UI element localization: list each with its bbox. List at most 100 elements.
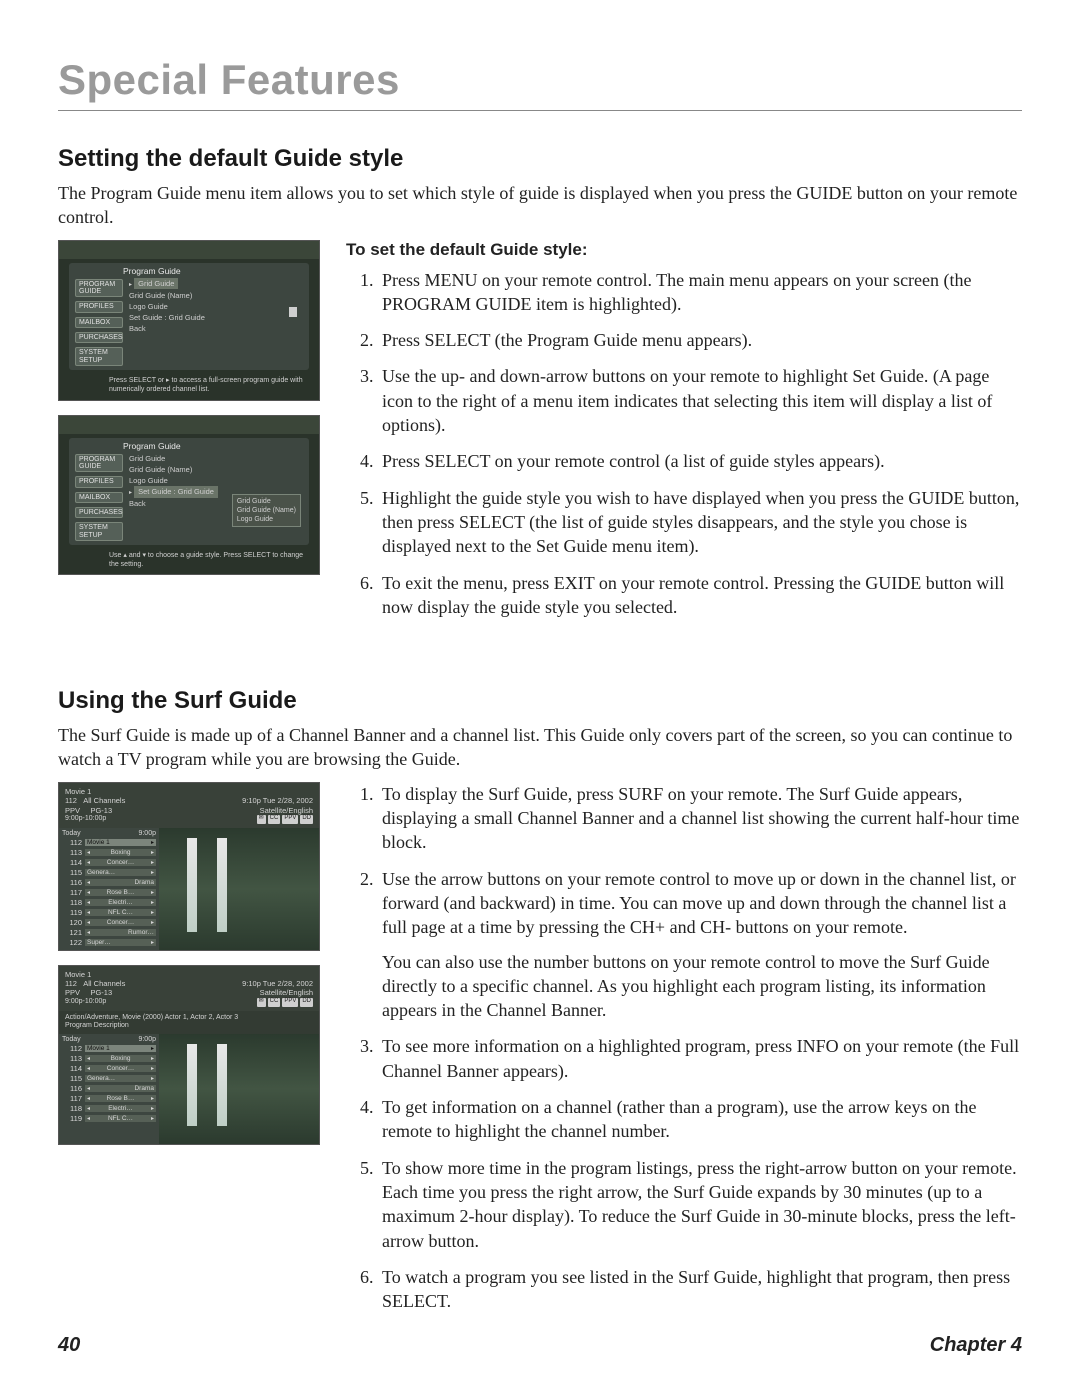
lang: Satellite/English [260,988,313,997]
tv-video-area [159,828,319,950]
sub-heading: To set the default Guide style: [346,240,1022,260]
row-ch: 112 [62,1044,82,1053]
row-prog: ◂Concer…▸ [85,859,156,866]
row-ch: 117 [62,888,82,897]
program-description: Action/Adventure, Movie (2000) Actor 1, … [59,1011,319,1035]
row-ch: 118 [62,898,82,907]
row-ch: 114 [62,1064,82,1073]
row-prog: Movie 1▸ [85,1045,156,1052]
lang: Satellite/English [260,806,313,815]
row-prog: ◂Rose B…▸ [85,1095,156,1102]
step-extra: You can also use the number buttons on y… [382,950,1022,1023]
row-ch: 116 [62,878,82,887]
desc-line: Program Description [65,1022,313,1031]
screenshots-col: Program Guide PROGRAM GUIDE PROFILES MAI… [58,240,320,632]
tab: SYSTEM SETUP [75,347,123,366]
row-ch: 117 [62,1094,82,1103]
section-setting-guide: Setting the default Guide style The Prog… [58,145,1022,631]
step: Press SELECT (the Program Guide menu app… [378,328,1022,352]
menu-item: Back [129,323,303,334]
arrow-left-icon: ◂ [87,879,90,886]
arrow-left-icon: ◂ [87,899,90,906]
arrow-right-icon: ▸ [151,1065,154,1072]
panel-title: Program Guide [75,266,303,276]
cc-icon: CC [268,815,281,824]
surf-table: Today9:00p 112Movie 1▸ 113◂Boxing▸ 114◂C… [59,1034,159,1144]
channel-banner: Movie 1 112 All Channels 9:10p Tue 2/28,… [59,783,319,828]
row-prog: ◂Drama [85,879,156,886]
pointer-icon: ▸ [129,489,132,498]
col-time: 9:00p [138,1036,156,1043]
row-prog: ◂NFL C…▸ [85,909,156,916]
arrow-left-icon: ◂ [87,859,90,866]
arrow-right-icon: ▸ [151,909,154,916]
tab: MAILBOX [75,317,123,328]
row-prog: ◂NFL C…▸ [85,1115,156,1122]
step: Use the up- and down-arrow buttons on yo… [378,364,1022,437]
dd-icon: DD [300,998,313,1007]
row-ch: 116 [62,1084,82,1093]
clock: 9:10p Tue 2/28, 2002 [242,979,313,988]
section-surf-guide: Using the Surf Guide The Surf Guide is m… [58,687,1022,1325]
row-prog: ◂Concer…▸ [85,919,156,926]
time-range: 9:00p-10:00p [65,815,106,824]
menu-item: Set Guide : Grid Guide [134,486,218,497]
menu-item: Grid Guide (Name) [129,290,303,301]
row-prog: ◂Rose B…▸ [85,889,156,896]
hint-text: Use ▴ and ▾ to choose a guide style. Pre… [59,549,319,575]
menu-item: Grid Guide (Name) [129,464,303,475]
category: PPV [65,806,80,815]
row-prog: ◂Rumor… [85,929,156,936]
steps-list: To display the Surf Guide, press SURF on… [346,782,1022,1314]
row-ch: 114 [62,858,82,867]
row-prog: ◂Concer…▸ [85,1065,156,1072]
tab: PURCHASES [75,507,123,518]
page-icon [289,307,297,317]
mail-icon: ✉ [257,815,266,824]
row-prog: ◂Boxing▸ [85,849,156,856]
tab: SYSTEM SETUP [75,522,123,541]
steps-list: Press MENU on your remote control. The m… [346,268,1022,620]
arrow-right-icon: ▸ [151,869,154,876]
arrow-right-icon: ▸ [151,889,154,896]
arrow-right-icon: ▸ [151,849,154,856]
arrow-left-icon: ◂ [87,929,90,936]
rating: PG-13 [90,988,112,997]
banner-title: Movie 1 [65,787,313,796]
surf-table: Today9:00p 112Movie 1▸ 113◂Boxing▸ 114◂C… [59,828,159,950]
popup-item: Grid Guide (Name) [237,506,296,515]
tab: PURCHASES [75,332,123,343]
row-prog: Genera…▸ [85,1075,156,1082]
menu-item: Grid Guide [129,453,303,464]
row-ch: 113 [62,848,82,857]
row-ch: 122 [62,938,82,947]
screenshot-program-guide-2: Program Guide PROGRAM GUIDE PROFILES MAI… [58,415,320,576]
row-ch: 119 [62,908,82,917]
time-range: 9:00p-10:00p [65,998,106,1007]
arrow-left-icon: ◂ [87,1085,90,1092]
row-ch: 120 [62,918,82,927]
row-prog: Genera…▸ [85,869,156,876]
step: To display the Surf Guide, press SURF on… [378,782,1022,855]
arrow-left-icon: ◂ [87,1105,90,1112]
arrow-left-icon: ◂ [87,849,90,856]
row-prog: Movie 1▸ [85,839,156,846]
mail-icon: ✉ [257,998,266,1007]
section-intro: The Program Guide menu item allows you t… [58,181,1022,230]
step: Use the arrow buttons on your remote con… [378,867,1022,1023]
arrow-left-icon: ◂ [87,919,90,926]
arrow-right-icon: ▸ [151,1055,154,1062]
step: To get information on a channel (rather … [378,1095,1022,1144]
page-number: 40 [58,1334,80,1357]
row-prog: ◂Electri…▸ [85,1105,156,1112]
hint-text: Press SELECT or ▸ to access a full-scree… [59,374,319,400]
category: PPV [65,988,80,997]
step: To show more time in the program listing… [378,1156,1022,1253]
screenshot-surf-guide-1: Movie 1 112 All Channels 9:10p Tue 2/28,… [58,782,320,951]
row-prog: ◂Boxing▸ [85,1055,156,1062]
badge-row: ✉CCPPVDD [257,815,313,824]
menu-item: Set Guide : Grid Guide [129,312,303,323]
menu-item: Logo Guide [129,475,303,486]
menu-item: Logo Guide [129,301,303,312]
tab: PROGRAM GUIDE [75,454,123,473]
